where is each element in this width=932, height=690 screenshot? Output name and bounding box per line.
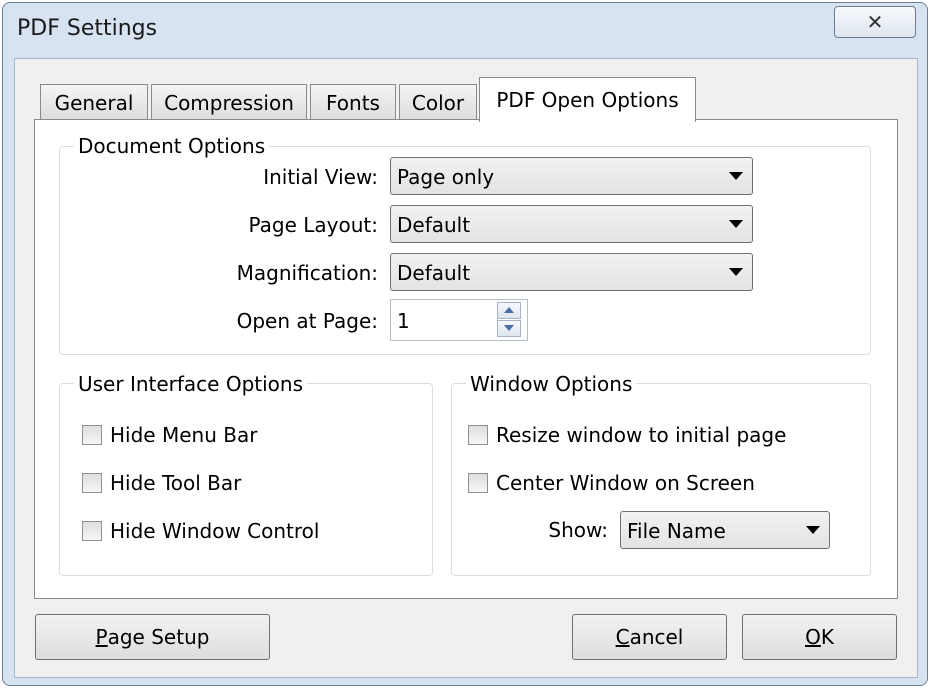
initial-view-select[interactable]: Page only [390, 157, 753, 195]
checkbox-icon [468, 425, 488, 445]
initial-view-value: Page only [397, 165, 495, 189]
resize-window-checkbox[interactable]: Resize window to initial page [468, 423, 786, 447]
tab-general[interactable]: General [40, 84, 148, 120]
window-options-title: Window Options [466, 372, 637, 396]
close-icon: ✕ [866, 10, 884, 34]
center-window-checkbox[interactable]: Center Window on Screen [468, 471, 755, 495]
cancel-button[interactable]: Cancel [572, 614, 727, 660]
arrow-down-icon [504, 325, 514, 331]
document-options-title: Document Options [74, 134, 270, 158]
window-title: PDF Settings [17, 16, 158, 41]
page-setup-button[interactable]: Page Setup [35, 614, 270, 660]
chevron-down-icon [729, 172, 743, 180]
checkbox-icon [468, 473, 488, 493]
page-layout-value: Default [397, 213, 471, 237]
checkbox-icon [82, 425, 102, 445]
open-at-page-stepper[interactable]: 1 [390, 299, 528, 341]
show-label: Show: [548, 518, 608, 542]
hide-menu-bar-checkbox[interactable]: Hide Menu Bar [82, 423, 257, 447]
tab-pdf-open-options[interactable]: PDF Open Options [479, 77, 696, 122]
magnification-select[interactable]: Default [390, 253, 753, 291]
open-at-page-value: 1 [397, 309, 410, 333]
chevron-down-icon [729, 268, 743, 276]
open-at-page-label: Open at Page: [236, 309, 378, 333]
page-layout-label: Page Layout: [248, 213, 378, 237]
close-button[interactable]: ✕ [834, 6, 916, 38]
checkbox-icon [82, 521, 102, 541]
checkbox-icon [82, 473, 102, 493]
arrow-up-icon [504, 307, 514, 313]
magnification-label: Magnification: [236, 261, 378, 285]
tab-color[interactable]: Color [399, 84, 477, 120]
chevron-down-icon [806, 526, 820, 534]
initial-view-label: Initial View: [263, 165, 378, 189]
chevron-down-icon [729, 220, 743, 228]
show-select[interactable]: File Name [620, 511, 830, 549]
stepper-down-button[interactable] [497, 320, 521, 337]
ok-button[interactable]: OK [742, 614, 897, 660]
magnification-value: Default [397, 261, 471, 285]
page-layout-select[interactable]: Default [390, 205, 753, 243]
show-value: File Name [627, 519, 726, 543]
tab-compression[interactable]: Compression [151, 84, 307, 120]
user-interface-options-title: User Interface Options [74, 372, 308, 396]
tab-fonts[interactable]: Fonts [310, 84, 396, 120]
hide-tool-bar-checkbox[interactable]: Hide Tool Bar [82, 471, 241, 495]
hide-window-control-checkbox[interactable]: Hide Window Control [82, 519, 319, 543]
stepper-up-button[interactable] [497, 302, 521, 319]
